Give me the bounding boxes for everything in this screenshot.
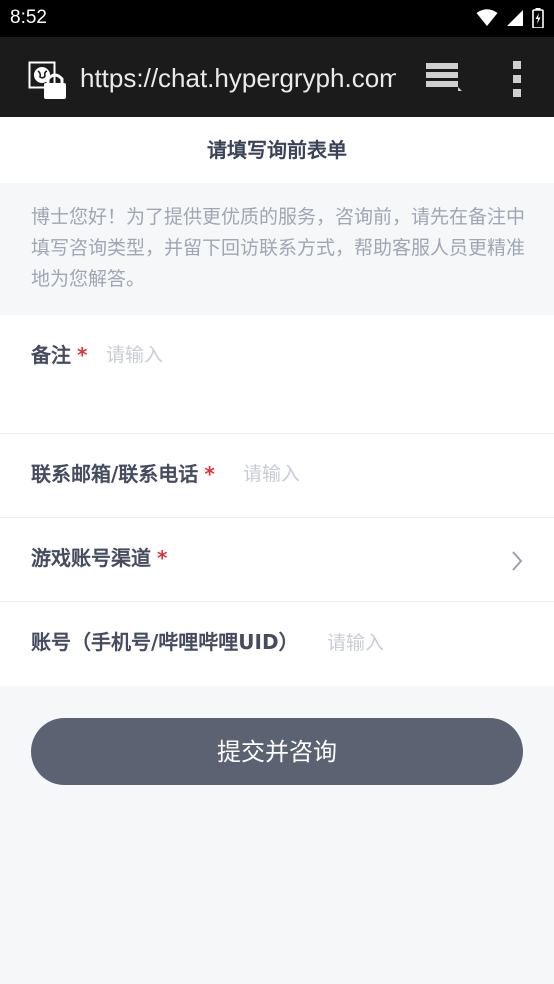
contact-input[interactable] <box>243 460 526 488</box>
required-mark: * <box>157 546 168 570</box>
status-icons <box>476 7 544 29</box>
channel-row[interactable]: 游戏账号渠道 * <box>0 517 554 602</box>
account-label: 账号（手机号/哔哩哔哩UID） <box>31 630 299 654</box>
battery-icon <box>532 8 544 28</box>
signal-icon <box>507 10 523 26</box>
remark-input[interactable] <box>106 341 526 369</box>
account-row: 账号（手机号/哔哩哔哩UID） <box>0 601 554 686</box>
status-bar: 8:52 <box>0 0 554 37</box>
channel-label-text: 游戏账号渠道 <box>31 546 151 570</box>
chevron-right-icon[interactable] <box>509 549 525 573</box>
form-notice: 博士您好！为了提供更优质的服务，咨询前，请先在备注中填写咨询类型，并留下回访联系… <box>31 206 526 290</box>
contact-label: 联系邮箱/联系电话 * <box>31 460 215 488</box>
url-bar[interactable]: https://chat.hypergryph.com <box>80 61 396 95</box>
account-input[interactable] <box>327 629 526 657</box>
page-header: 请填写询前表单 <box>0 117 554 183</box>
required-mark: * <box>204 462 215 486</box>
status-time: 8:52 <box>10 7 47 28</box>
site-security-icon[interactable] <box>28 61 70 101</box>
more-vertical-icon[interactable] <box>508 59 526 99</box>
required-mark: * <box>77 343 88 367</box>
wifi-icon <box>476 9 498 26</box>
submit-button[interactable]: 提交并咨询 <box>31 718 523 785</box>
contact-row: 联系邮箱/联系电话 * <box>0 433 554 518</box>
remark-label: 备注 * <box>31 341 87 369</box>
channel-label: 游戏账号渠道 * <box>31 544 167 572</box>
tabs-icon[interactable] <box>422 61 462 95</box>
contact-label-text: 联系邮箱/联系电话 <box>31 462 199 486</box>
browser-toolbar: https://chat.hypergryph.com <box>0 37 554 117</box>
page-title: 请填写询前表单 <box>207 138 347 162</box>
consult-form: 备注* 联系邮箱/联系电话* 游戏账号渠道* 账号（手机号/哔哩哔哩UID） <box>0 315 554 686</box>
remark-row: 备注 * <box>0 315 554 434</box>
remark-label-text: 备注 <box>31 343 71 367</box>
